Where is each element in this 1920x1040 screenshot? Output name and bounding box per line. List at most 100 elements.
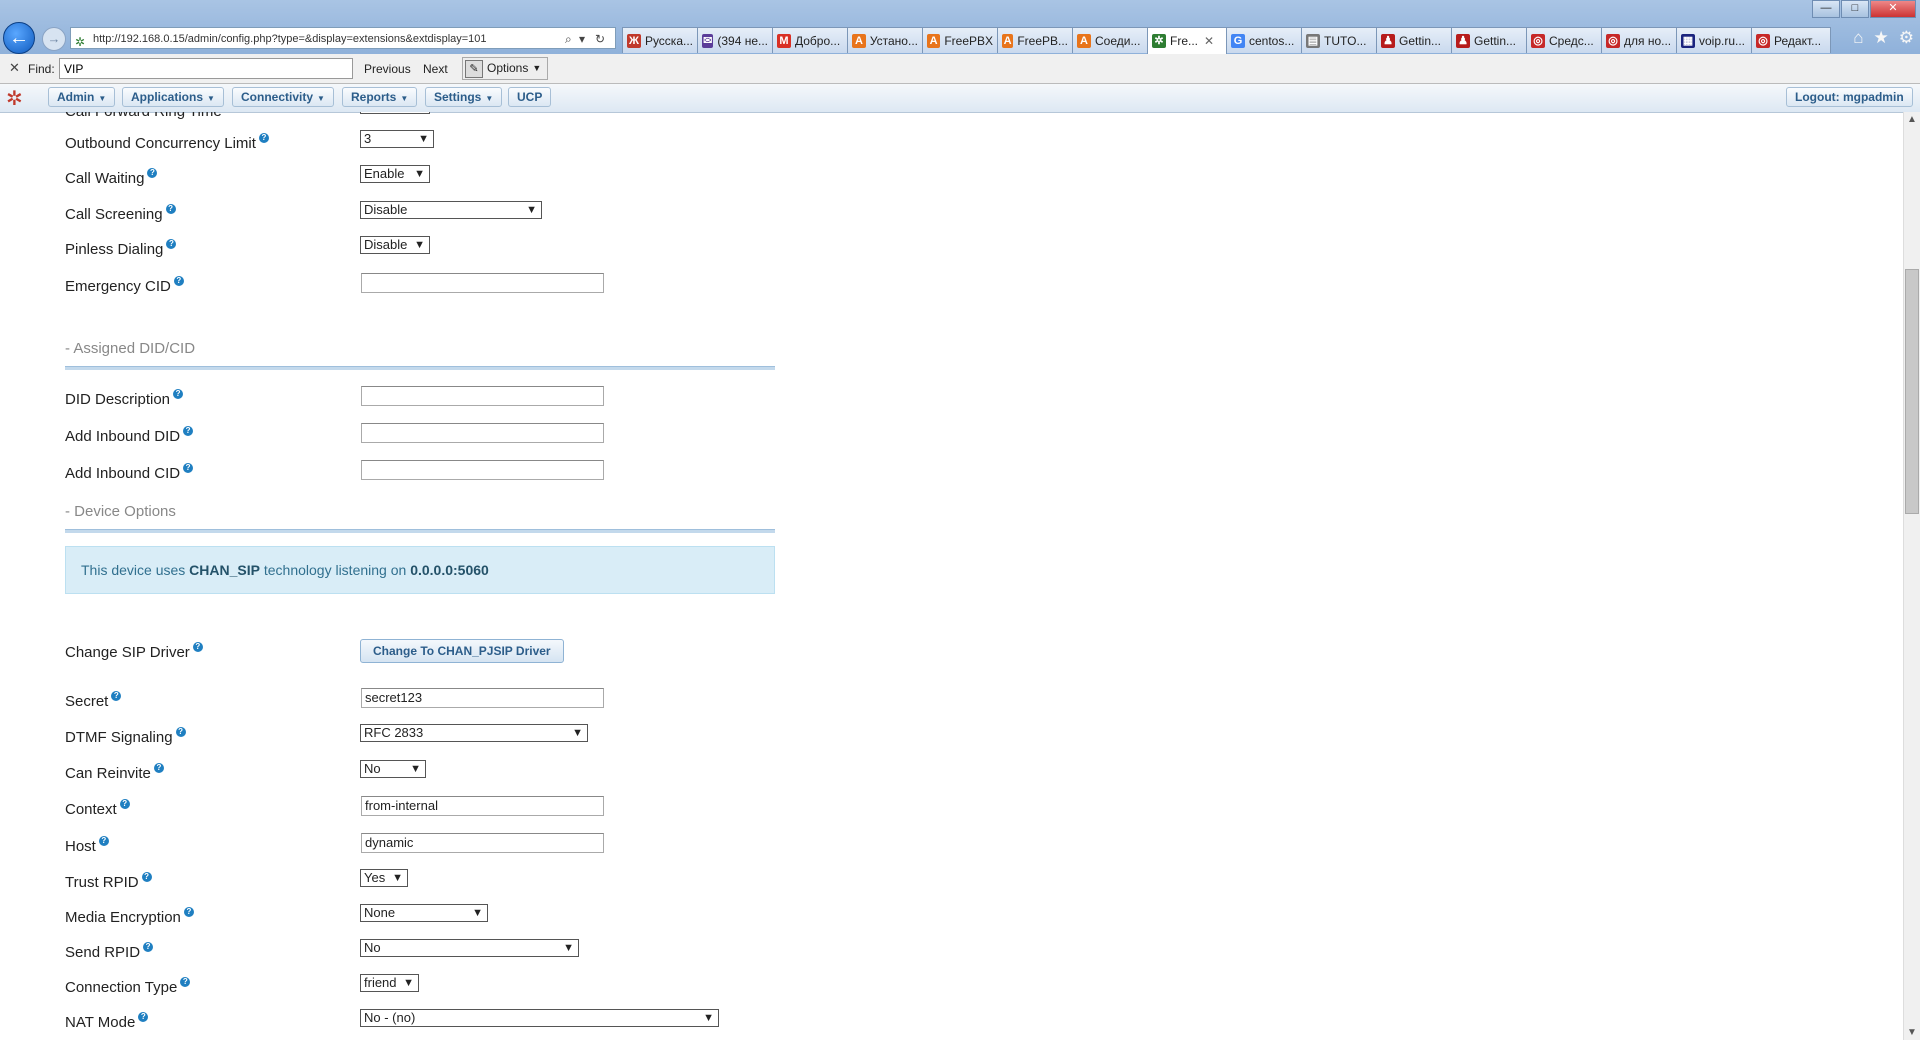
nav-applications[interactable]: Applications ▼ bbox=[122, 87, 224, 107]
browser-tab[interactable]: ◎ Редакт... bbox=[1751, 27, 1831, 53]
media-encryption-select[interactable]: None ▼ bbox=[360, 904, 488, 922]
browser-tab[interactable]: Ж Русска... bbox=[622, 27, 698, 53]
emergency-cid-input[interactable] bbox=[361, 273, 604, 293]
help-icon[interactable]: ? bbox=[166, 239, 177, 249]
browser-tab[interactable]: ▤ TUTO... bbox=[1301, 27, 1377, 53]
scroll-up-arrow-icon[interactable]: ▲ bbox=[1907, 114, 1917, 125]
send-rpid-select[interactable]: No ▼ bbox=[360, 939, 579, 957]
secret-input[interactable]: secret123 bbox=[361, 688, 604, 708]
find-previous-button[interactable]: Previous bbox=[364, 62, 411, 76]
host-input[interactable]: dynamic bbox=[361, 833, 604, 853]
refresh-icon[interactable]: ↻ bbox=[595, 28, 605, 48]
help-icon[interactable]: ? bbox=[111, 691, 122, 701]
browser-tab[interactable]: ✲ Fre... ✕ bbox=[1147, 27, 1227, 54]
help-icon[interactable]: ? bbox=[192, 642, 203, 652]
connection-type-value: friend bbox=[364, 975, 397, 990]
ring-icon: ◎ bbox=[1756, 33, 1770, 48]
browser-tab[interactable]: Gcentos... bbox=[1226, 27, 1302, 53]
close-tab-icon[interactable]: ✕ bbox=[1204, 29, 1214, 53]
home-icon[interactable]: ⌂ bbox=[1853, 28, 1863, 48]
nav-ucp[interactable]: UCP bbox=[508, 87, 552, 107]
connection-type-select[interactable]: friend ▼ bbox=[360, 974, 419, 992]
pinless-dialing-text: Pinless Dialing bbox=[65, 241, 164, 258]
forward-button[interactable]: → bbox=[42, 27, 66, 51]
help-icon[interactable]: ? bbox=[183, 463, 194, 473]
context-input[interactable]: from-internal bbox=[361, 796, 604, 816]
browser-tab[interactable]: M Добро... bbox=[772, 27, 848, 53]
nav-connectivity[interactable]: Connectivity ▼ bbox=[232, 87, 334, 107]
nav-admin[interactable]: Admin ▼ bbox=[48, 87, 116, 107]
help-icon[interactable]: ? bbox=[173, 276, 184, 286]
people-icon: ♟ bbox=[1456, 33, 1470, 48]
connection-type-label: Connection Type? bbox=[65, 977, 191, 996]
help-icon[interactable]: ? bbox=[143, 942, 154, 952]
find-close-icon[interactable]: ✕ bbox=[9, 60, 20, 76]
browser-tab[interactable]: ♟ Gettin... bbox=[1451, 27, 1527, 53]
browser-tab[interactable]: ◎ для но... bbox=[1601, 27, 1677, 53]
find-next-button[interactable]: Next bbox=[423, 62, 448, 76]
help-icon[interactable]: ? bbox=[141, 872, 152, 882]
browser-tab[interactable]: ✉ (394 не... bbox=[697, 27, 773, 53]
back-button[interactable]: ← bbox=[3, 22, 35, 54]
call-screening-select[interactable]: Disable ▼ bbox=[360, 201, 542, 219]
pinless-dialing-select[interactable]: Disable ▼ bbox=[360, 236, 430, 254]
inbound-cid-input[interactable] bbox=[361, 460, 604, 480]
browser-tab[interactable]: ▦ voip.ru... bbox=[1676, 27, 1752, 53]
help-icon[interactable]: ? bbox=[153, 763, 164, 773]
address-bar[interactable]: ✲ http://192.168.0.15/admin/config.php?t… bbox=[70, 27, 616, 49]
help-icon[interactable]: ? bbox=[98, 836, 109, 846]
find-options-button[interactable]: ✎ Options ▼ bbox=[462, 57, 549, 80]
help-icon[interactable]: ? bbox=[173, 389, 184, 399]
nat-mode-select[interactable]: No - (no) ▼ bbox=[360, 1009, 719, 1027]
maximize-button[interactable]: □ bbox=[1841, 0, 1869, 18]
help-icon[interactable]: ? bbox=[119, 799, 130, 809]
help-icon[interactable]: ? bbox=[183, 907, 194, 917]
browser-tab[interactable]: A FreePBX bbox=[922, 27, 998, 53]
browser-tab-label: FreePB... bbox=[1017, 33, 1068, 48]
trust-rpid-text: Trust RPID bbox=[65, 874, 139, 891]
inbound-did-input[interactable] bbox=[361, 423, 604, 443]
search-icon[interactable]: ⌕ bbox=[565, 28, 572, 48]
vertical-scrollbar[interactable]: ▲ ▼ bbox=[1903, 112, 1920, 1040]
nav-reports[interactable]: Reports ▼ bbox=[342, 87, 418, 107]
help-icon[interactable]: ? bbox=[180, 977, 191, 987]
change-sip-driver-label: Change SIP Driver? bbox=[65, 642, 203, 661]
browser-tab[interactable]: A FreePB... bbox=[997, 27, 1073, 53]
send-rpid-text: Send RPID bbox=[65, 944, 141, 961]
help-icon[interactable]: ? bbox=[175, 727, 186, 737]
outbound-concurrency-select[interactable]: 3 ▼ bbox=[360, 130, 434, 148]
scrollbar-thumb[interactable] bbox=[1905, 269, 1919, 514]
dropdown-arrow-icon[interactable]: ▾ bbox=[579, 28, 585, 48]
a-icon: A bbox=[927, 33, 941, 48]
settings-gear-icon[interactable]: ⚙ bbox=[1899, 28, 1914, 48]
help-icon[interactable]: ? bbox=[258, 133, 269, 143]
did-description-input[interactable] bbox=[361, 386, 604, 406]
help-icon[interactable]: ? bbox=[183, 426, 194, 436]
caret-down-icon: ▼ bbox=[207, 94, 215, 103]
logout-button[interactable]: Logout: mgpadmin bbox=[1786, 87, 1913, 107]
browser-tab[interactable]: ◎ Средс... bbox=[1526, 27, 1602, 53]
find-input[interactable] bbox=[59, 58, 353, 79]
change-driver-button[interactable]: Change To CHAN_PJSIP Driver bbox=[360, 639, 564, 663]
call-waiting-select[interactable]: Enable ▼ bbox=[360, 165, 430, 183]
help-icon[interactable]: ? bbox=[138, 1012, 149, 1022]
browser-tab[interactable]: ♟ Gettin... bbox=[1376, 27, 1452, 53]
call-forward-ring-time-select[interactable] bbox=[360, 112, 430, 114]
scroll-down-arrow-icon[interactable]: ▼ bbox=[1907, 1027, 1917, 1038]
freepbx-logo-icon[interactable]: ✲ bbox=[6, 86, 23, 111]
help-icon[interactable]: ? bbox=[147, 168, 158, 178]
help-icon[interactable]: ? bbox=[165, 204, 176, 214]
nav-settings[interactable]: Settings ▼ bbox=[425, 87, 503, 107]
can-reinvite-select[interactable]: No ▼ bbox=[360, 760, 426, 778]
favorites-star-icon[interactable]: ★ bbox=[1874, 28, 1889, 48]
trust-rpid-select[interactable]: Yes ▼ bbox=[360, 869, 408, 887]
device-options-section-title: - Device Options bbox=[65, 503, 176, 520]
close-window-button[interactable]: ✕ bbox=[1870, 0, 1916, 18]
browser-tab[interactable]: A Соеди... bbox=[1072, 27, 1148, 53]
dtmf-signaling-select[interactable]: RFC 2833 ▼ bbox=[360, 724, 588, 742]
sip-info-alert: This device uses CHAN_SIP technology lis… bbox=[65, 546, 775, 594]
inbound-did-text: Add Inbound DID bbox=[65, 428, 181, 445]
browser-tab[interactable]: A Устано... bbox=[847, 27, 923, 53]
minimize-button[interactable]: — bbox=[1812, 0, 1840, 18]
browser-tab-label: Gettin... bbox=[1474, 33, 1517, 48]
